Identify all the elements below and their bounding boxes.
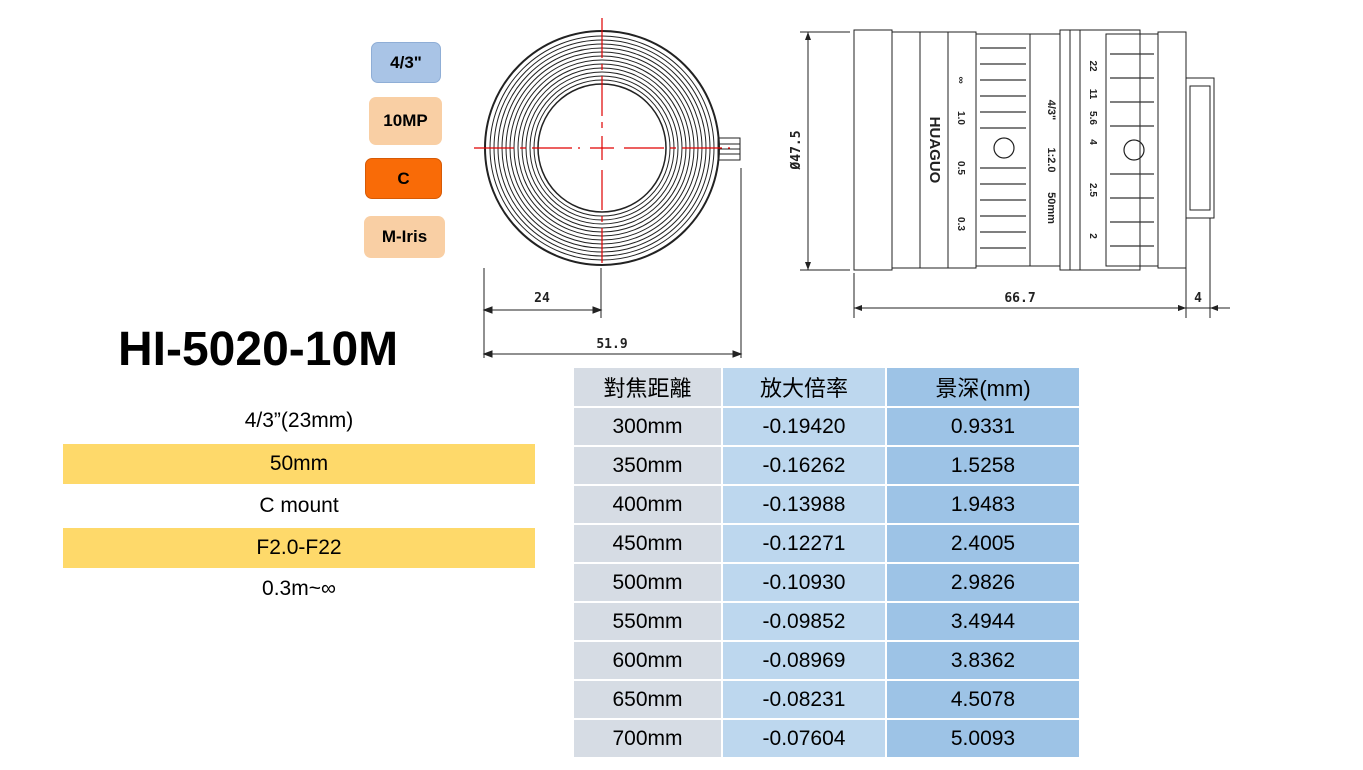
table-row: 550mm -0.09852 3.4944: [574, 603, 1079, 640]
spec-mount: C mount: [259, 494, 339, 517]
dim-51-9-label: 51.9: [596, 337, 627, 352]
cell-dof: 2.9826: [887, 564, 1079, 601]
cell-distance: 650mm: [574, 681, 721, 718]
cell-magnification: -0.13988: [723, 486, 885, 523]
cell-dof: 5.0093: [887, 720, 1079, 757]
model-title: HI-5020-10M: [118, 323, 399, 376]
lens-side-view-drawing: Ø47.5 66.7 4 HUAGUO ∞ 1.0 0.5 0.3 50mm 1…: [789, 29, 1230, 318]
cell-dof: 4.5078: [887, 681, 1079, 718]
header-magnification: 放大倍率: [723, 368, 885, 406]
fstop-mark-4: 4: [1087, 139, 1098, 145]
cell-magnification: -0.08969: [723, 642, 885, 679]
spec-focus-range: 0.3m~∞: [262, 577, 336, 600]
table-row: 350mm -0.16262 1.5258: [574, 447, 1079, 484]
depth-of-field-table: 對焦距離 放大倍率 景深(mm) 300mm -0.19420 0.9331 350…: [572, 366, 1081, 759]
cell-magnification: -0.08231: [723, 681, 885, 718]
brand-logo: HUAGUO: [926, 117, 943, 184]
cell-distance: 500mm: [574, 564, 721, 601]
dim-diameter-label: Ø47.5: [789, 130, 804, 170]
dim-flange-label: 4: [1194, 291, 1202, 306]
cell-magnification: -0.12271: [723, 525, 885, 562]
cell-dof: 1.5258: [887, 447, 1079, 484]
cell-dof: 0.9331: [887, 408, 1079, 445]
cell-dof: 3.4944: [887, 603, 1079, 640]
spec-focal-length: 50mm: [63, 444, 535, 484]
sensor-size-badge: 4/3": [371, 42, 441, 83]
cell-distance: 300mm: [574, 408, 721, 445]
fstop-mark-22: 22: [1087, 60, 1098, 72]
cell-magnification: -0.19420: [723, 408, 885, 445]
aperture-marking: 1:2.0: [1045, 147, 1057, 172]
mount-badge: C: [365, 158, 442, 199]
fstop-mark-11: 11: [1087, 89, 1098, 100]
cell-distance: 450mm: [574, 525, 721, 562]
cell-dof: 3.8362: [887, 642, 1079, 679]
cell-magnification: -0.07604: [723, 720, 885, 757]
resolution-badge: 10MP: [369, 97, 442, 145]
cell-distance: 350mm: [574, 447, 721, 484]
cell-distance: 700mm: [574, 720, 721, 757]
cell-dof: 1.9483: [887, 486, 1079, 523]
table-row: 450mm -0.12271 2.4005: [574, 525, 1079, 562]
table-row: 300mm -0.19420 0.9331: [574, 408, 1079, 445]
focus-mark-03: 0.3: [955, 217, 966, 231]
focus-mark-inf: ∞: [955, 76, 966, 83]
focal-length-marking: 50mm: [1045, 192, 1057, 224]
table-row: 500mm -0.10930 2.9826: [574, 564, 1079, 601]
header-depth-of-field: 景深(mm): [887, 368, 1079, 406]
fstop-mark-5-6: 5.6: [1087, 111, 1098, 125]
focus-mark-1: 1.0: [955, 111, 966, 125]
fstop-mark-2-5: 2.5: [1087, 183, 1098, 197]
table-header-row: 對焦距離 放大倍率 景深(mm): [574, 368, 1079, 406]
table-row: 650mm -0.08231 4.5078: [574, 681, 1079, 718]
spec-sensor-format: 4/3”(23mm): [244, 409, 354, 432]
cell-distance: 600mm: [574, 642, 721, 679]
table-row: 700mm -0.07604 5.0093: [574, 720, 1079, 757]
table-row: 400mm -0.13988 1.9483: [574, 486, 1079, 523]
header-focus-distance: 對焦距離: [574, 368, 721, 406]
dim-24-label: 24: [534, 291, 550, 306]
cell-dof: 2.4005: [887, 525, 1079, 562]
format-marking: 4/3": [1045, 100, 1057, 121]
iris-badge: M-Iris: [364, 216, 445, 258]
lens-front-view-drawing: 24 51.9: [474, 18, 743, 358]
focus-mark-05: 0.5: [955, 161, 966, 175]
cell-distance: 550mm: [574, 603, 721, 640]
spec-aperture: F2.0-F22: [63, 528, 535, 568]
cell-magnification: -0.16262: [723, 447, 885, 484]
cell-distance: 400mm: [574, 486, 721, 523]
fstop-mark-2: 2: [1087, 233, 1098, 239]
table-row: 600mm -0.08969 3.8362: [574, 642, 1079, 679]
cell-magnification: -0.10930: [723, 564, 885, 601]
dim-length-label: 66.7: [1004, 291, 1035, 306]
cell-magnification: -0.09852: [723, 603, 885, 640]
